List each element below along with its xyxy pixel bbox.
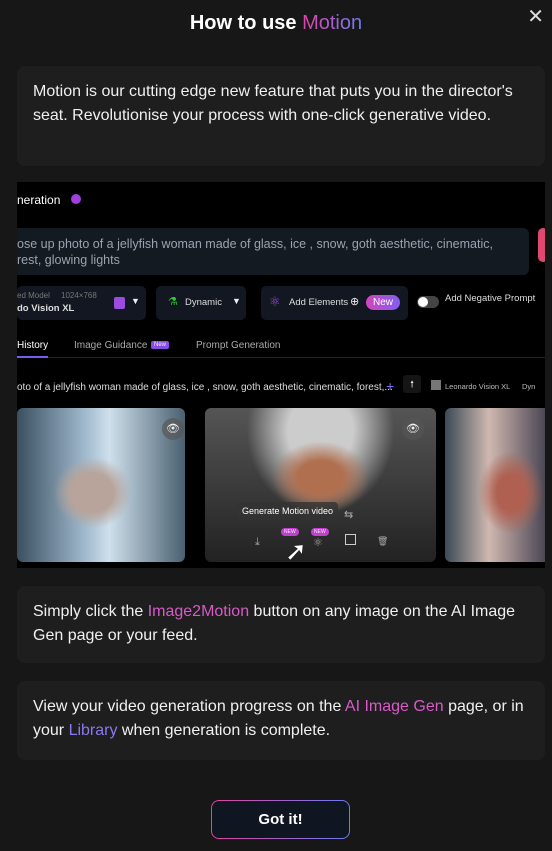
model-icon (114, 297, 125, 309)
add-elements: ⚛ Add Elements ⊕ New (261, 286, 408, 320)
image-thumbnail (445, 408, 545, 562)
crop-icon (345, 534, 356, 545)
intro-card: Motion is our cutting edge new feature t… (17, 66, 545, 166)
download-icon: ⤓ (255, 536, 260, 548)
image-thumbnail: 👁 (17, 408, 185, 562)
tab-history: History (17, 340, 49, 351)
image2motion-highlight: Image2Motion (147, 603, 250, 620)
cursor-icon: ➚ (285, 536, 307, 566)
dialog-title: How to use Motion (189, 12, 363, 34)
atom-icon: ⚛ (313, 537, 323, 549)
tab-prompt-generation: Prompt Generation (196, 340, 281, 351)
trash-icon: 🗑 (377, 536, 389, 546)
eye-icon: 👁 (162, 418, 184, 440)
got-it-button[interactable]: Got it! (211, 800, 350, 839)
model-select: ed Model 1024×768 do Vision XL ▼ (17, 286, 146, 320)
model-thumb-icon (431, 380, 441, 390)
generate-button (538, 228, 545, 262)
negative-prompt-toggle (417, 296, 439, 308)
library-link[interactable]: Library (69, 722, 118, 739)
upload-icon: 🠕 (403, 375, 421, 393)
chevron-down-icon: ▼ (131, 296, 140, 306)
intro-text: Motion is our cutting edge new feature t… (33, 83, 513, 124)
atom-icon: ⚛ (269, 294, 281, 309)
step-card-1: Simply click the Image2Motion button on … (17, 586, 545, 663)
help-icon (71, 194, 81, 204)
style-select: ⚗ Dynamic ▼ (156, 286, 246, 320)
chevron-down-icon: ▼ (232, 296, 241, 306)
ai-image-gen-link[interactable]: AI Image Gen (345, 698, 444, 715)
tab-image-guidance: Image Guidance (74, 340, 148, 351)
image-thumbnail-hovered: 👁 Generate Motion video ⇆ ⤓ NEW NEW ⚛ 🗑 … (205, 408, 436, 566)
step-card-2: View your video generation progress on t… (17, 681, 545, 760)
potion-icon: ⚗ (168, 296, 178, 308)
plus-circle-icon: ⊕ (350, 296, 360, 308)
tooltip: Generate Motion video (237, 502, 339, 520)
prompt-box: ose up photo of a jellyfish woman made o… (17, 228, 529, 275)
close-icon[interactable]: ✕ (527, 4, 544, 29)
section-title: neration (17, 193, 61, 207)
eye-icon: 👁 (402, 418, 424, 440)
swap-icon: ⇆ (344, 509, 354, 521)
plus-icon: + (386, 378, 395, 394)
feature-screenshot: neration ose up photo of a jellyfish wom… (17, 182, 545, 568)
